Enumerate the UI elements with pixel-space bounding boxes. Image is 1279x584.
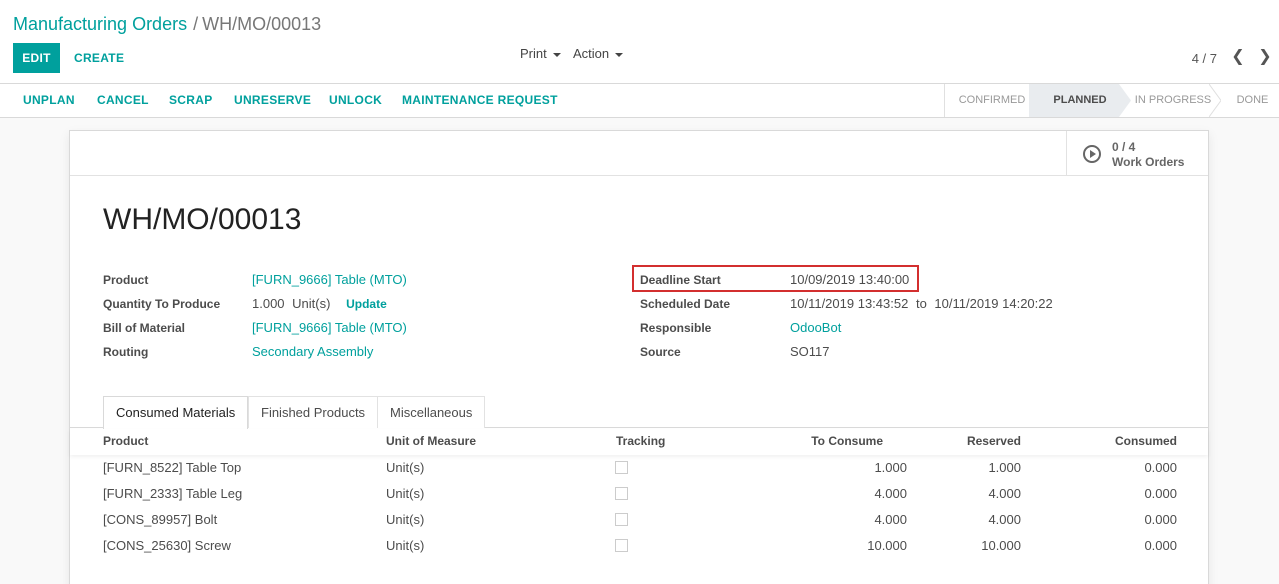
- breadcrumb-separator: /: [193, 14, 199, 34]
- stage-separator: [1209, 84, 1221, 117]
- breadcrumb-manufacturing-orders[interactable]: Manufacturing Orders: [13, 14, 187, 34]
- bill-of-material-value[interactable]: [FURN_9666] Table (MTO): [252, 320, 407, 335]
- quantity-label: Quantity To Produce: [103, 297, 221, 311]
- row-consumed: 0.000: [1144, 460, 1177, 475]
- row-consumed: 0.000: [1144, 486, 1177, 501]
- row-product: [FURN_2333] Table Leg: [103, 486, 243, 501]
- table-row[interactable]: [CONS_89957] Bolt Unit(s) 4.000 4.000 0.…: [70, 507, 1208, 533]
- chevron-right-icon[interactable]: ❯: [1257, 48, 1273, 68]
- routing-value[interactable]: Secondary Assembly: [252, 344, 373, 359]
- row-reserved: 1.000: [988, 460, 1021, 475]
- breadcrumb-current: WH/MO/00013: [202, 14, 322, 34]
- scheduled-date-to: to: [915, 296, 927, 311]
- stage-bar: CONFIRMED PLANNED IN PROGRESS DONE: [944, 84, 1279, 117]
- quantity-unit: Unit(s): [292, 296, 331, 311]
- table-row[interactable]: [FURN_8522] Table Top Unit(s) 1.000 1.00…: [70, 455, 1208, 481]
- source-label: Source: [640, 345, 681, 359]
- tracking-checkbox: [615, 513, 628, 526]
- create-button[interactable]: CREATE: [66, 43, 132, 73]
- breadcrumb: Manufacturing Orders / WH/MO/00013: [13, 14, 321, 35]
- column-unit-of-measure[interactable]: Unit of Measure: [386, 434, 476, 448]
- edit-button[interactable]: EDIT: [13, 43, 60, 73]
- stage-planned[interactable]: PLANNED: [1029, 84, 1119, 117]
- row-uom: Unit(s): [386, 538, 425, 553]
- routing-label: Routing: [103, 345, 149, 359]
- tracking-checkbox: [615, 539, 628, 552]
- deadline-start-value: 10/09/2019 13:40:00: [790, 272, 910, 287]
- stage-done[interactable]: DONE: [1225, 84, 1279, 117]
- button-box: 0 / 4 Work Orders: [70, 131, 1208, 176]
- row-uom: Unit(s): [386, 486, 425, 501]
- row-uom: Unit(s): [386, 512, 425, 527]
- work-orders-smart-button[interactable]: 0 / 4 Work Orders: [1066, 131, 1208, 176]
- pager-value[interactable]: 4 / 7: [1192, 51, 1217, 66]
- scheduled-date-start: 10/11/2019 13:43:52: [790, 296, 909, 311]
- work-orders-label: Work Orders: [1112, 155, 1185, 169]
- print-label: Print: [520, 46, 547, 61]
- stage-in-progress[interactable]: IN PROGRESS: [1131, 84, 1215, 117]
- print-dropdown[interactable]: Print: [520, 46, 561, 61]
- row-uom: Unit(s): [386, 460, 425, 475]
- column-to-consume[interactable]: To Consume: [811, 434, 883, 448]
- tab-consumed-materials[interactable]: Consumed Materials: [103, 396, 249, 429]
- row-consumed: 0.000: [1144, 512, 1177, 527]
- notebook-tabs: Consumed Materials Finished Products Mis…: [70, 396, 1208, 429]
- scheduled-date-label: Scheduled Date: [640, 297, 731, 311]
- play-circle-icon: [1083, 145, 1101, 163]
- action-label: Action: [573, 46, 610, 61]
- source-value: SO117: [790, 344, 830, 359]
- row-to-consume: 4.000: [874, 512, 907, 527]
- responsible-label: Responsible: [640, 321, 712, 335]
- stage-separator: [1119, 84, 1131, 117]
- row-to-consume: 1.000: [874, 460, 907, 475]
- row-to-consume: 4.000: [874, 486, 907, 501]
- tracking-checkbox: [615, 461, 628, 474]
- row-product: [CONS_89957] Bolt: [103, 512, 218, 527]
- unreserve-button[interactable]: UNRESERVE: [234, 93, 311, 107]
- quantity-value: 1.000 Unit(s) Update: [252, 296, 387, 311]
- caret-down-icon: [615, 52, 624, 57]
- cancel-button[interactable]: CANCEL: [97, 93, 149, 107]
- table-body: [FURN_8522] Table Top Unit(s) 1.000 1.00…: [70, 455, 1208, 559]
- stage-confirmed[interactable]: CONFIRMED: [945, 84, 1039, 117]
- column-reserved[interactable]: Reserved: [967, 434, 1021, 448]
- row-reserved: 10.000: [981, 538, 1021, 553]
- action-dropdown[interactable]: Action: [573, 46, 624, 61]
- maintenance-request-button[interactable]: MAINTENANCE REQUEST: [402, 93, 558, 107]
- row-consumed: 0.000: [1144, 538, 1177, 553]
- form-sheet: 0 / 4 Work Orders WH/MO/00013 Product [F…: [69, 130, 1209, 584]
- table-header: Product Unit of Measure Tracking To Cons…: [70, 429, 1208, 455]
- tab-miscellaneous[interactable]: Miscellaneous: [377, 396, 486, 428]
- product-label: Product: [103, 273, 149, 287]
- caret-down-icon: [552, 52, 561, 57]
- quantity-number: 1.000: [252, 296, 285, 311]
- column-consumed[interactable]: Consumed: [1115, 434, 1177, 448]
- scrap-button[interactable]: SCRAP: [169, 93, 213, 107]
- bill-of-material-label: Bill of Material: [103, 321, 186, 335]
- tab-finished-products[interactable]: Finished Products: [248, 396, 379, 428]
- column-tracking[interactable]: Tracking: [616, 434, 665, 448]
- table-row[interactable]: [CONS_25630] Screw Unit(s) 10.000 10.000…: [70, 533, 1208, 559]
- update-button[interactable]: Update: [346, 297, 387, 311]
- unplan-button[interactable]: UNPLAN: [23, 93, 75, 107]
- status-bar: UNPLAN CANCEL SCRAP UNRESERVE UNLOCK MAI…: [0, 84, 1279, 118]
- table-row[interactable]: [FURN_2333] Table Leg Unit(s) 4.000 4.00…: [70, 481, 1208, 507]
- unlock-button[interactable]: UNLOCK: [329, 93, 382, 107]
- scheduled-date-end: 10/11/2019 14:20:22: [934, 296, 1053, 311]
- record-title: WH/MO/00013: [103, 203, 302, 236]
- row-reserved: 4.000: [988, 512, 1021, 527]
- row-product: [FURN_8522] Table Top: [103, 460, 242, 475]
- column-product[interactable]: Product: [103, 434, 148, 448]
- control-panel: Manufacturing Orders / WH/MO/00013 EDIT CR…: [0, 0, 1279, 84]
- responsible-value[interactable]: OdooBot: [790, 320, 841, 335]
- row-reserved: 4.000: [988, 486, 1021, 501]
- row-product: [CONS_25630] Screw: [103, 538, 231, 553]
- product-value[interactable]: [FURN_9666] Table (MTO): [252, 272, 407, 287]
- work-orders-count: 0 / 4: [1112, 140, 1136, 154]
- deadline-start-label: Deadline Start: [640, 273, 721, 287]
- row-to-consume: 10.000: [867, 538, 907, 553]
- chevron-left-icon[interactable]: ❮: [1230, 48, 1246, 68]
- tracking-checkbox: [615, 487, 628, 500]
- scheduled-date-value: 10/11/2019 13:43:52 to 10/11/2019 14:20:…: [790, 296, 1053, 311]
